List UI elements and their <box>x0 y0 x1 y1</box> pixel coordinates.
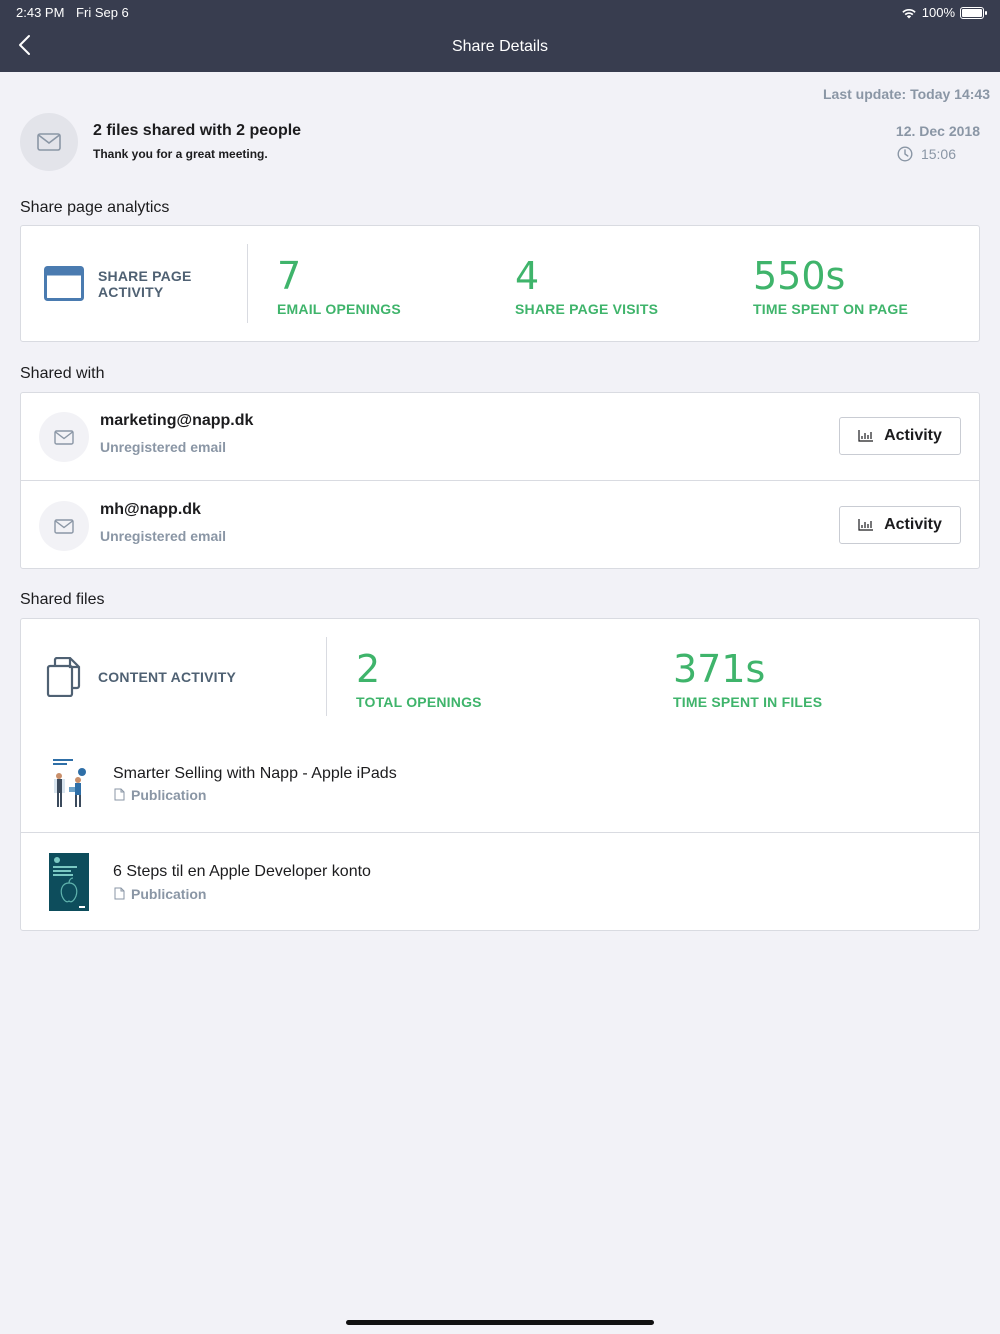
row-divider <box>21 832 979 833</box>
shared-files-card: CONTENT ACTIVITY 2 TOTAL OPENINGS 371s T… <box>20 618 980 931</box>
recipient-activity-button[interactable]: Activity <box>839 506 961 544</box>
last-update-label: Last update: Today 14:43 <box>822 86 990 102</box>
share-time: 15:06 <box>920 146 956 162</box>
status-date: Fri Sep 6 <box>76 5 129 20</box>
envelope-icon <box>37 133 61 151</box>
share-page-activity-title-line2: ACTIVITY <box>98 284 164 300</box>
recipient-email: marketing@napp.dk <box>100 412 254 429</box>
time-spent-on-page-value: 550s <box>753 254 846 298</box>
share-page-activity-title: SHARE PAGE ACTIVITY <box>98 268 192 300</box>
bar-chart-icon <box>858 519 874 531</box>
email-openings-label: EMAIL OPENINGS <box>277 301 401 317</box>
shared-with-heading: Shared with <box>20 365 105 382</box>
file-type-label: Publication <box>131 787 207 803</box>
shared-files-heading: Shared files <box>20 591 105 608</box>
vertical-divider <box>247 244 248 323</box>
envelope-icon <box>54 518 74 534</box>
row-divider <box>21 480 979 481</box>
share-date: 12. Dec 2018 <box>895 123 980 139</box>
shared-with-card: marketing@napp.dk Unregistered email Act… <box>20 392 980 569</box>
share-page-analytics-heading: Share page analytics <box>20 199 170 216</box>
bar-chart-icon <box>858 430 874 442</box>
copy-files-icon <box>46 657 81 697</box>
share-avatar <box>20 113 78 171</box>
status-bar-right: 100% <box>901 5 987 20</box>
battery-percent: 100% <box>921 5 955 20</box>
document-icon <box>114 887 125 900</box>
browser-window-icon <box>44 266 84 301</box>
document-icon <box>114 788 125 801</box>
file-thumbnail[interactable] <box>49 755 89 813</box>
share-message: Thank you for a great meeting. <box>93 147 268 161</box>
email-openings-value: 7 <box>277 254 302 298</box>
activity-button-label: Activity <box>884 516 942 533</box>
share-page-analytics-card: SHARE PAGE ACTIVITY 7 EMAIL OPENINGS 4 S… <box>20 225 980 342</box>
file-title[interactable]: 6 Steps til en Apple Developer konto <box>113 863 371 881</box>
total-openings-value: 2 <box>356 647 381 691</box>
envelope-icon <box>54 429 74 445</box>
recipient-activity-button[interactable]: Activity <box>839 417 961 455</box>
total-openings-label: TOTAL OPENINGS <box>356 694 482 710</box>
page-title: Share Details <box>451 38 549 55</box>
share-summary-title: 2 files shared with 2 people <box>93 122 302 139</box>
time-spent-in-files-label: TIME SPENT IN FILES <box>673 694 823 710</box>
clock-icon <box>897 146 913 162</box>
publication-cover-image <box>49 755 89 813</box>
navigation-bar: 2:43 PM Fri Sep 6 100% Share Details <box>0 0 1000 72</box>
recipient-avatar <box>39 412 89 462</box>
share-page-visits-label: SHARE PAGE VISITS <box>515 301 659 317</box>
publication-cover-image <box>49 853 89 911</box>
activity-button-label: Activity <box>884 427 942 444</box>
recipient-email: mh@napp.dk <box>100 501 201 518</box>
share-page-visits-value: 4 <box>515 254 540 298</box>
wifi-icon <box>902 8 916 18</box>
time-spent-in-files-value: 371s <box>673 647 766 691</box>
home-indicator[interactable] <box>346 1320 654 1325</box>
file-thumbnail[interactable] <box>49 853 89 911</box>
recipient-status: Unregistered email <box>100 439 227 455</box>
status-time: 2:43 PM <box>16 5 65 20</box>
battery-icon <box>960 6 987 19</box>
time-spent-on-page-label: TIME SPENT ON PAGE <box>753 301 909 317</box>
content-activity-title: CONTENT ACTIVITY <box>98 669 237 685</box>
share-page-activity-title-line1: SHARE PAGE <box>98 268 192 284</box>
vertical-divider <box>326 637 327 716</box>
file-title[interactable]: Smarter Selling with Napp - Apple iPads <box>113 765 397 783</box>
recipient-status: Unregistered email <box>100 528 227 544</box>
status-bar-left: 2:43 PM Fri Sep 6 <box>16 5 137 20</box>
recipient-avatar <box>39 501 89 551</box>
file-type-label: Publication <box>131 886 207 902</box>
